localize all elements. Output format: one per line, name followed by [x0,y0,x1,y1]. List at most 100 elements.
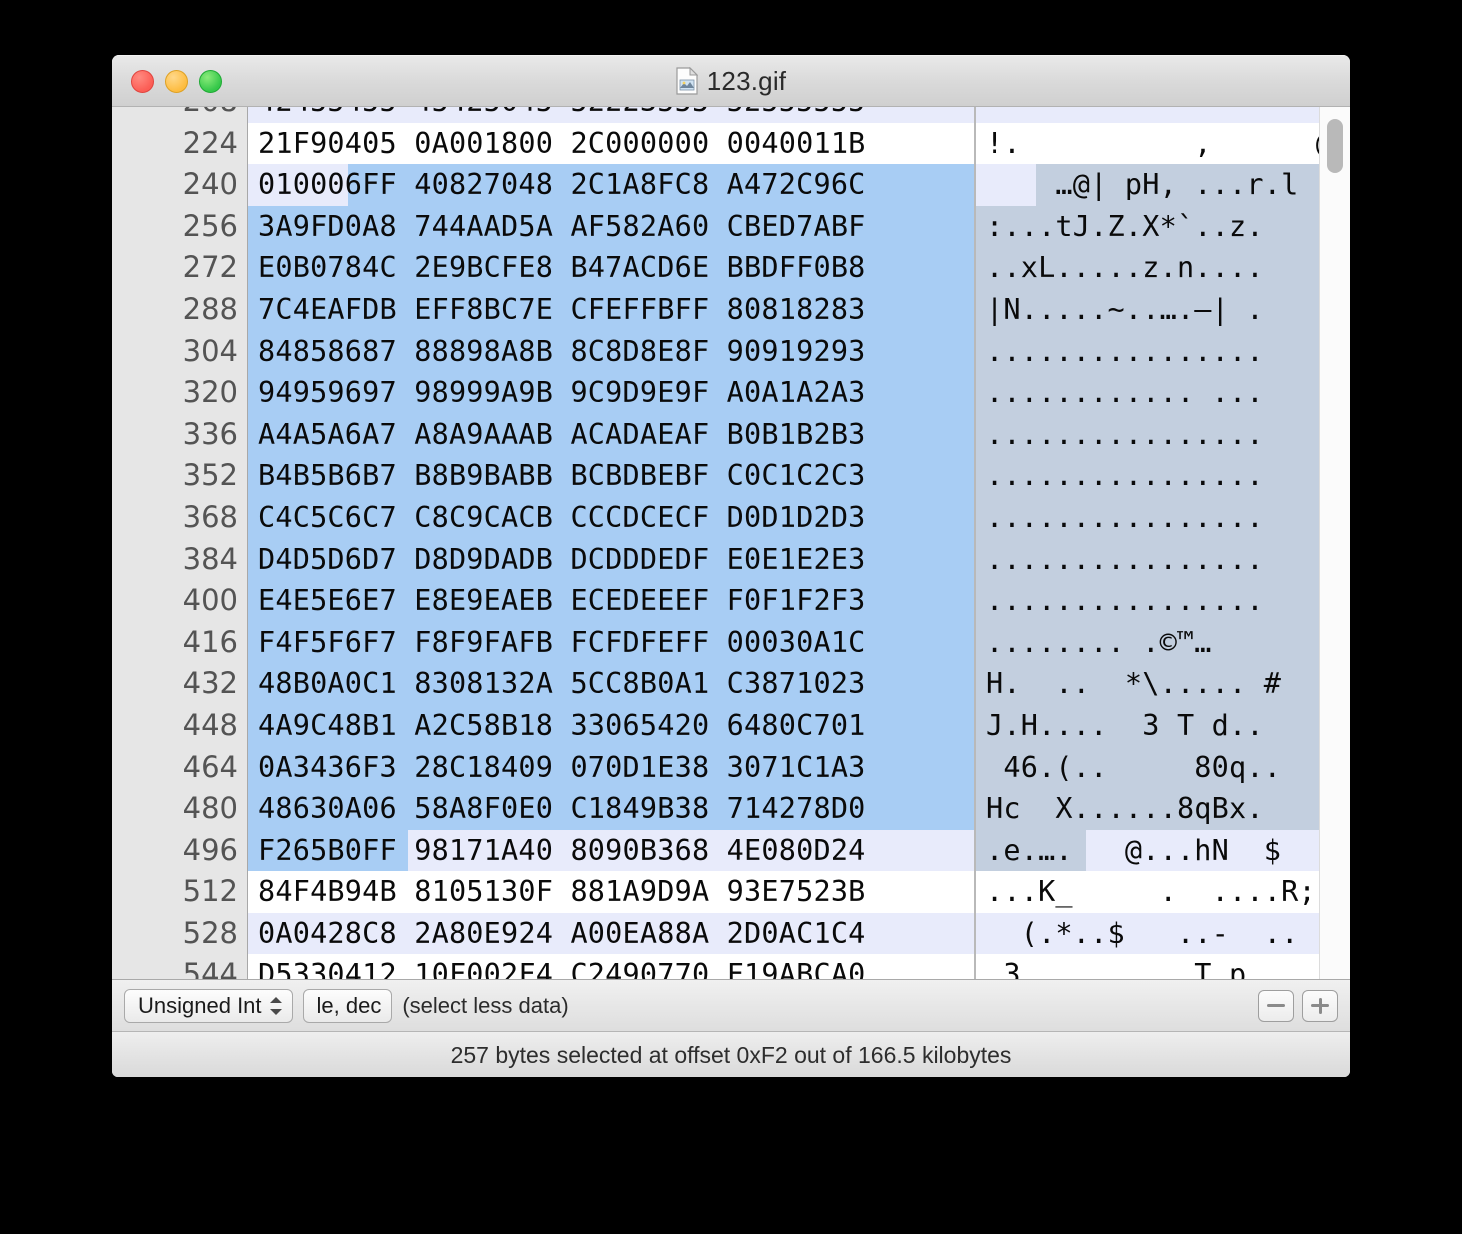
ascii-row[interactable]: ............ ... [976,372,1350,414]
endian-format-label: le, dec [316,992,382,1018]
ascii-row[interactable]: (.*..$ ..- .. [976,912,1350,955]
screen-root: 123.gif 208 224 240 256 272 288 304 320 336 352 36… [0,0,1462,1234]
inspector-toolbar: Unsigned Int le, dec (select less data) [112,979,1350,1031]
window-titlebar[interactable]: 123.gif [112,55,1350,107]
minus-button[interactable] [1258,989,1294,1022]
hex-row-text: F265B0FF 98171A40 8090B368 4E080D24 [258,833,866,867]
hex-row[interactable]: E0B0784C 2E9BCFE8 B47ACD6E BBDFF0B8 [248,247,974,289]
offset-label: 208 [112,107,247,123]
ascii-row[interactable]: J.H.... 3 T d.. [976,704,1350,747]
offset-label: 448 [182,707,238,742]
offset-label: 224 [182,125,238,160]
ascii-row[interactable]: ................ [976,580,1350,622]
ascii-row[interactable]: ................ [976,455,1350,497]
offset-label: 416 [182,624,238,659]
ascii-row[interactable]: ................ [976,413,1350,456]
ascii-row-text: ..xL.....z.n.... [986,251,1264,285]
hex-row[interactable]: 0A3436F3 28C18409 070D1E38 3071C1A3 [248,746,974,789]
ascii-row[interactable] [976,107,1350,123]
offset-label: 256 [182,208,238,243]
ascii-row-text: ................ [986,334,1264,368]
hex-row-text: 3A9FD0A8 744AAD5A AF582A60 CBED7ABF [258,209,866,243]
hex-row-text: A4A5A6A7 A8A9AAAB ACADAEAF B0B1B2B3 [258,417,866,451]
hex-row-text: 94959697 98999A9B 9C9D9E9F A0A1A2A3 [258,376,866,410]
window-title: 123.gif [706,65,787,96]
offset-label: 480 [182,791,238,826]
ascii-row-text: ........ .©™… [986,625,1212,659]
vertical-scrollbar[interactable] [1319,107,1350,979]
ascii-row[interactable]: ........ .©™… [976,621,1350,664]
hex-row[interactable]: 84F4B94B 8105130F 881A9D9A 93E7523B [248,871,974,913]
hex-row[interactable]: 94959697 98999A9B 9C9D9E9F A0A1A2A3 [248,372,974,414]
chevron-updown-icon [269,996,282,1016]
ascii-row[interactable]: 46.(.. 80q.. [976,746,1350,789]
ascii-row-text: 46.(.. 80q.. [986,750,1282,784]
ascii-row[interactable]: .3 . ..T p... [976,954,1350,979]
hex-row-text: D4D5D6D7 D8D9DADB DCDDDEDF E0E1E2E3 [258,542,866,576]
hex-row[interactable]: F265B0FF 98171A40 8090B368 4E080D24 [248,829,974,872]
offset-label: 432 [182,666,238,701]
hex-row[interactable]: D4D5D6D7 D8D9DADB DCDDDEDF E0E1E2E3 [248,538,974,581]
ascii-row-text: .e.…. @...hN $ [986,833,1282,867]
minimize-button[interactable] [165,69,188,93]
hex-row[interactable]: 84858687 88898A8B 8C8D8E8F 90919293 [248,330,974,373]
hex-row[interactable]: 3A9FD0A8 744AAD5A AF582A60 CBED7ABF [248,205,974,248]
ascii-row-text: ................ [986,459,1264,493]
hex-row[interactable]: F4F5F6F7 F8F9FAFB FCFDFEFF 00030A1C [248,621,974,664]
ascii-row-text: (.*..$ ..- .. [986,916,1299,950]
ascii-row[interactable]: ...K_ . ....R; [976,871,1350,913]
hex-row-text: 48630A06 58A8F0E0 C1849B38 714278D0 [258,792,866,826]
hex-editor-window: 123.gif 208 224 240 256 272 288 304 320 336 352 36… [112,55,1350,1077]
hex-row[interactable]: 42455455 45425045 52223555 52555555 [248,107,974,123]
hex-row[interactable]: 0A0428C8 2A80E924 A00EA88A 2D0AC1C4 [248,912,974,955]
hex-row[interactable]: 010006FF 40827048 2C1A8FC8 A472C96C [248,164,974,206]
inspector-hint: (select less data) [402,992,569,1018]
ascii-row[interactable]: |N.....~..….—| . [976,288,1350,331]
plus-button[interactable] [1302,989,1338,1022]
ascii-row-text: ............ ... [986,376,1264,410]
ascii-row[interactable]: .e.…. @...hN $ [976,829,1350,872]
endian-format-popup[interactable]: le, dec [302,988,393,1023]
gif-file-icon [676,66,698,95]
hex-row[interactable]: 48630A06 58A8F0E0 C1849B38 714278D0 [248,788,974,830]
hex-row[interactable]: B4B5B6B7 B8B9BABB BCBDBEBF C0C1C2C3 [248,455,974,497]
close-button[interactable] [131,69,154,93]
hex-row[interactable]: 21F90405 0A001800 2C000000 0040011B [248,122,974,165]
ascii-row[interactable]: :...tJ.Z.X*`..z. [976,205,1350,248]
ascii-row-text: .3 . ..T p... [986,958,1299,979]
ascii-row[interactable]: ................ [976,496,1350,539]
data-type-popup[interactable]: Unsigned Int [124,988,293,1023]
font-size-stepper [1258,989,1338,1022]
ascii-row-text: |N.....~..….—| . [986,292,1264,326]
ascii-row[interactable]: H. .. *\..... # [976,663,1350,705]
scrollbar-thumb[interactable] [1327,119,1343,173]
ascii-row[interactable]: ..xL.....z.n.... [976,247,1350,289]
hex-row[interactable]: 48B0A0C1 8308132A 5CC8B0A1 C3871023 [248,663,974,705]
ascii-row[interactable]: ................ [976,330,1350,373]
offset-label: 336 [182,416,238,451]
hex-row[interactable]: A4A5A6A7 A8A9AAAB ACADAEAF B0B1B2B3 [248,413,974,456]
hex-row[interactable]: C4C5C6C7 C8C9CACB CCCDCECF D0D1D2D3 [248,496,974,539]
hex-row[interactable]: E4E5E6E7 E8E9EAEB ECEDEEEF F0F1F2F3 [248,580,974,622]
offset-label: 384 [182,541,238,576]
hex-row[interactable]: D5330412 10F002F4 C2490770 F19ABCA0 [248,954,974,979]
ascii-row[interactable]: !. , @ [976,122,1350,165]
ascii-row[interactable]: ................ [976,538,1350,581]
hex-row[interactable]: 4A9C48B1 A2C58B18 33065420 6480C701 [248,704,974,747]
status-bar: 257 bytes selected at offset 0xF2 out of… [112,1031,1350,1077]
ascii-row[interactable]: …@| pH, ...r.l [976,164,1350,206]
hex-row-text: 0A3436F3 28C18409 070D1E38 3071C1A3 [258,750,866,784]
ascii-row-text: ................ [986,500,1264,534]
hex-row[interactable]: 7C4EAFDB EFF8BC7E CFEFFBFF 80818283 [248,288,974,331]
ascii-pane[interactable]: !. , @ …@| pH, ...r.l:...tJ.Z.X*`..z. ..x… [975,107,1350,979]
ascii-row-text: :...tJ.Z.X*`..z. [986,209,1264,243]
hex-pane[interactable]: 42455455 45425045 52223555 52555555 21F90… [248,107,975,979]
hex-row-text: E4E5E6E7 E8E9EAEB ECEDEEEF F0F1F2F3 [258,584,866,618]
offset-label: 320 [182,375,238,410]
hex-row-text: D5330412 10F002F4 C2490770 F19ABCA0 [258,958,866,979]
hex-row-text: 0A0428C8 2A80E924 A00EA88A 2D0AC1C4 [258,916,866,950]
offset-label: 272 [182,250,238,285]
maximize-button[interactable] [199,69,222,93]
ascii-row-text: ...K_ . ....R; [986,875,1316,909]
ascii-row[interactable]: Hc X......8qBx. [976,788,1350,830]
